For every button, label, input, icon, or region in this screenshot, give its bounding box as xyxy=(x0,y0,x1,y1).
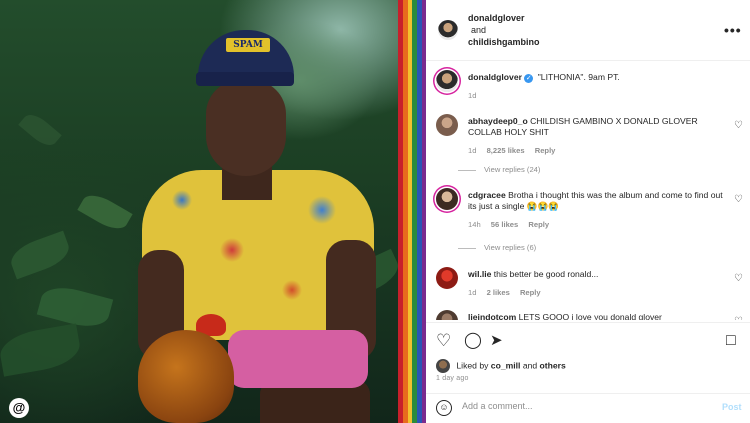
comment-username[interactable]: cdgracee xyxy=(468,190,506,200)
reply-button[interactable]: Reply xyxy=(535,146,556,155)
rainbow-divider xyxy=(398,0,426,423)
comment-time[interactable]: 1d xyxy=(468,288,476,297)
caption-time[interactable]: 1d xyxy=(468,91,476,100)
reply-button[interactable]: Reply xyxy=(520,288,541,297)
comment-avatar[interactable] xyxy=(436,114,458,136)
foliage-leaf xyxy=(0,323,83,377)
comment-likes[interactable]: 2 likes xyxy=(487,288,510,297)
view-replies-button[interactable]: View replies (6) xyxy=(458,243,536,252)
view-replies-button[interactable]: View replies (24) xyxy=(458,165,540,174)
more-options-icon[interactable]: ••• xyxy=(724,22,742,38)
comment-like-heart-icon[interactable]: ♡ xyxy=(734,194,743,205)
view-replies-label: View replies (6) xyxy=(484,243,537,252)
liked-by-prefix: Liked by xyxy=(456,360,489,371)
liker-username[interactable]: co_mill xyxy=(491,360,521,370)
comment-username[interactable]: lieindotcom xyxy=(468,312,516,320)
likes-summary[interactable]: Liked by co_mill and others xyxy=(436,359,566,373)
foliage-leaf xyxy=(18,109,62,151)
comment-username[interactable]: abhaydeep0_o xyxy=(468,116,528,126)
reply-button[interactable]: Reply xyxy=(528,220,549,229)
view-replies-label: View replies (24) xyxy=(484,165,541,174)
heart-icon[interactable]: ♡ xyxy=(436,331,451,351)
comment-avatar[interactable] xyxy=(436,267,458,289)
author-username[interactable]: donaldglover xyxy=(468,12,540,24)
caption-text: "LITHONIA". 9am PT. xyxy=(537,72,620,82)
comment-text: LETS GOOO i love you donald glover xyxy=(518,312,662,320)
comment-likes[interactable]: 8,225 likes xyxy=(487,146,525,155)
comment-like-heart-icon[interactable]: ♡ xyxy=(734,316,743,320)
comment-icon[interactable]: ◯ xyxy=(464,331,482,351)
add-comment-input[interactable] xyxy=(462,401,702,411)
liker-avatar xyxy=(436,359,450,373)
comment-time[interactable]: 14h xyxy=(468,220,481,229)
post-comment-button[interactable]: Post xyxy=(722,402,742,412)
action-icons-row: ♡ ◯ ➤ □ xyxy=(434,331,744,351)
comment-username[interactable]: wil.lie xyxy=(468,269,491,279)
figure-cap-brim xyxy=(196,72,294,86)
emoji-icon[interactable]: ☺ xyxy=(436,400,452,416)
threads-icon[interactable]: @ xyxy=(9,398,29,418)
collab-authors: donaldglover and childishgambino xyxy=(468,12,540,48)
figure-face xyxy=(206,80,286,176)
comment-text: Brotha i thought this was the album and … xyxy=(468,190,723,211)
foliage-leaf xyxy=(6,230,74,280)
comment-avatar[interactable] xyxy=(436,188,458,210)
comment-item: lieindotcom LETS GOOO i love you donald … xyxy=(436,310,746,320)
bookmark-icon[interactable]: □ xyxy=(726,331,736,351)
share-icon[interactable]: ➤ xyxy=(490,331,503,351)
cap-logo: SPAM xyxy=(226,38,270,52)
verified-badge-icon: ✓ xyxy=(524,74,534,83)
post-caption: donaldglover ✓ "LITHONIA". 9am PT. 1d xyxy=(436,70,746,106)
post-photo[interactable]: SPAM @ xyxy=(0,0,398,423)
comment-likes[interactable]: 56 likes xyxy=(491,220,518,229)
comment-text: this better be good ronald... xyxy=(493,269,599,279)
post-header: donaldglover and childishgambino ••• xyxy=(426,0,750,61)
add-comment-bar: ☺ Post xyxy=(426,393,750,423)
caption-author-avatar[interactable] xyxy=(436,70,458,92)
figure-shorts xyxy=(228,330,368,388)
comment-time[interactable]: 1d xyxy=(468,146,476,155)
comment-item: abhaydeep0_o CHILDISH GAMBINO X DONALD G… xyxy=(436,114,746,155)
foliage-leaf xyxy=(77,189,133,235)
collab-username[interactable]: childishgambino xyxy=(468,36,540,48)
replies-dash xyxy=(458,169,476,171)
liked-by-others[interactable]: others xyxy=(540,360,566,370)
collab-connector: and xyxy=(471,25,487,35)
post-timestamp[interactable]: 1 day ago xyxy=(436,375,469,382)
post-side-panel: donaldglover and childishgambino ••• don… xyxy=(426,0,750,423)
author-avatar[interactable] xyxy=(438,20,458,40)
comment-avatar[interactable] xyxy=(436,310,458,320)
comment-like-heart-icon[interactable]: ♡ xyxy=(734,273,743,284)
caption-username[interactable]: donaldglover xyxy=(468,72,522,82)
chicken xyxy=(138,330,234,423)
comment-like-heart-icon[interactable]: ♡ xyxy=(734,120,743,131)
comment-item: cdgracee Brotha i thought this was the a… xyxy=(436,188,746,232)
comment-item: wil.lie this better be good ronald... 1d… xyxy=(436,267,746,301)
replies-dash xyxy=(458,247,476,249)
post-actions: ♡ ◯ ➤ □ Liked by co_mill and others 1 da… xyxy=(426,322,750,423)
liked-by-and: and xyxy=(522,360,538,371)
comments-list[interactable]: donaldglover ✓ "LITHONIA". 9am PT. 1d ab… xyxy=(426,62,750,320)
